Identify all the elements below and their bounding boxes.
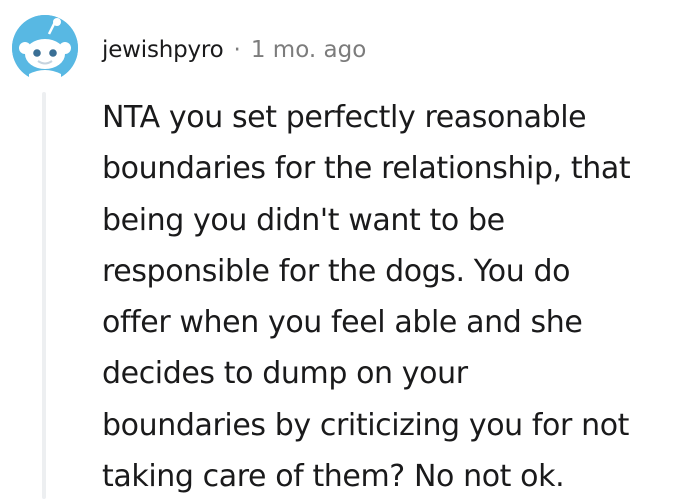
comment: jewishpyro · 1 mo. ago NTA you set perfe…	[0, 0, 700, 499]
comment-body-line: offer when you feel able and she	[102, 305, 583, 341]
comment-body-line: boundaries by criticizing you for not	[102, 407, 630, 443]
reddit-snoo-avatar-icon	[12, 15, 78, 82]
avatar[interactable]	[11, 14, 79, 82]
comment-body-line: NTA you set perfectly reasonable	[102, 100, 587, 135]
comment-body-line: boundaries for the relationship, that	[102, 151, 631, 187]
comment-header: jewishpyro · 1 mo. ago	[102, 30, 366, 70]
comment-body: NTA you set perfectly reasonable boundar…	[102, 92, 692, 502]
comment-timestamp[interactable]: 1 mo. ago	[251, 37, 366, 63]
thread-collapse-line[interactable]	[42, 92, 46, 499]
comment-body-line: responsible for the dogs. You do	[102, 253, 571, 289]
comment-body-line: decides to dump on your	[102, 356, 468, 392]
author-username[interactable]: jewishpyro	[102, 37, 224, 63]
comment-body-line: taking care of them? No not ok.	[102, 459, 565, 495]
meta-separator: ·	[233, 37, 241, 63]
comment-body-line: being you didn't want to be	[102, 202, 505, 238]
